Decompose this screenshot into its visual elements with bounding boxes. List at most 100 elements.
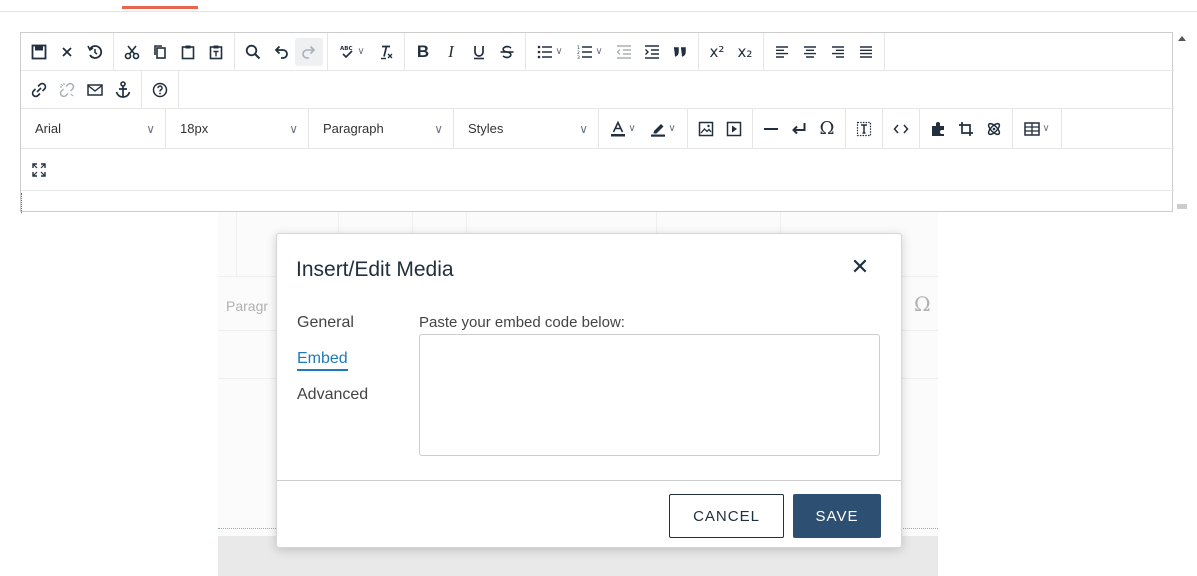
crop-icon[interactable] <box>952 115 980 143</box>
paste-icon[interactable] <box>174 38 202 66</box>
toolbar-group-help <box>142 71 179 108</box>
horizontal-line-icon[interactable] <box>757 115 785 143</box>
font-family-value: Arial <box>35 121 62 136</box>
chevron-down-icon: ∨ <box>434 121 443 136</box>
scroll-thumb[interactable] <box>1177 204 1187 209</box>
toolbar-group-table: ∨ <box>1013 109 1062 148</box>
toolbar-group-lists: ∨ 123 ∨ <box>526 33 699 70</box>
rich-text-editor: ABC ∨ B I ∨ 1 2 3 ∨ x² x₂ Arial ∨ 18px ∨… <box>20 32 1174 213</box>
page: ABC ∨ B I ∨ 1 2 3 ∨ x² x₂ Arial ∨ 18px ∨… <box>0 0 1197 576</box>
source-code-icon[interactable] <box>887 115 915 143</box>
copy-icon[interactable] <box>146 38 174 66</box>
active-tab-indicator <box>122 6 198 9</box>
italic-icon[interactable]: I <box>437 38 465 66</box>
dialog-title: Insert/Edit Media <box>296 258 454 281</box>
toolbar-group-clipboard <box>114 33 235 70</box>
chevron-down-icon: ∨ <box>146 121 155 136</box>
bg-paragraph-select: Paragr <box>226 298 269 314</box>
numbered-list-icon[interactable]: 123 ∨ <box>570 38 610 66</box>
paste-as-text-icon[interactable] <box>202 38 230 66</box>
toolbar-row-3: Arial ∨ 18px ∨ Paragraph ∨ Styles ∨ ∨ ∨ … <box>21 109 1174 149</box>
toolbar-group-format: B I <box>405 33 526 70</box>
plugin-icon[interactable] <box>924 115 952 143</box>
top-tab-strip <box>0 0 1197 12</box>
font-family-select[interactable]: Arial ∨ <box>21 109 166 148</box>
styles-value: Styles <box>468 121 504 136</box>
toolbar-group-colors: ∨ ∨ <box>599 109 688 148</box>
image-icon[interactable] <box>692 115 720 143</box>
cancel-button[interactable]: CANCEL <box>669 494 784 538</box>
special-character-icon[interactable]: Ω <box>813 115 841 143</box>
align-center-icon[interactable] <box>796 38 824 66</box>
bold-icon[interactable]: B <box>409 38 437 66</box>
atom-icon[interactable] <box>980 115 1008 143</box>
tab-embed[interactable]: Embed <box>297 350 348 371</box>
align-left-icon[interactable] <box>768 38 796 66</box>
insert-media-dialog: Insert/Edit Media ✕ General Embed Advanc… <box>276 233 902 548</box>
svg-text:3: 3 <box>577 55 580 59</box>
toolbar-group-spell: ABC ∨ <box>328 33 405 70</box>
template-icon[interactable] <box>850 115 878 143</box>
line-break-icon[interactable] <box>785 115 813 143</box>
toolbar-group-insert: Ω <box>753 109 846 148</box>
link-icon[interactable] <box>25 76 53 104</box>
undo-icon[interactable] <box>267 38 295 66</box>
align-right-icon[interactable] <box>824 38 852 66</box>
justify-icon[interactable] <box>852 38 880 66</box>
cancel-icon[interactable] <box>53 38 81 66</box>
subscript-icon[interactable]: x₂ <box>731 38 759 66</box>
toolbar-group-script: x² x₂ <box>699 33 764 70</box>
dialog-footer <box>277 480 901 481</box>
restore-draft-icon[interactable] <box>81 38 109 66</box>
scroll-up-icon[interactable] <box>1178 36 1186 41</box>
redo-icon[interactable] <box>295 37 323 66</box>
spellcheck-icon[interactable]: ABC ∨ <box>332 38 372 66</box>
cut-icon[interactable] <box>118 38 146 66</box>
bg-divider <box>236 212 237 276</box>
highlight-color-icon[interactable]: ∨ <box>643 115 683 143</box>
toolbar-row-4 <box>21 149 1174 191</box>
unlink-icon[interactable] <box>53 76 81 104</box>
email-icon[interactable] <box>81 76 109 104</box>
toolbar-group-media <box>688 109 753 148</box>
table-icon[interactable]: ∨ <box>1017 115 1057 143</box>
content-area-edge <box>21 193 22 213</box>
toolbar-group-align <box>764 33 885 70</box>
outdent-icon[interactable] <box>610 38 638 66</box>
toolbar-group-history <box>235 33 328 70</box>
underline-icon[interactable] <box>465 38 493 66</box>
close-icon[interactable]: ✕ <box>847 254 873 280</box>
text-color-icon[interactable]: ∨ <box>603 115 643 143</box>
save-button[interactable]: SAVE <box>793 494 881 538</box>
superscript-icon[interactable]: x² <box>703 38 731 66</box>
chevron-down-icon: ∨ <box>579 121 588 136</box>
toolbar-group-file <box>21 33 114 70</box>
editor-scrollbar[interactable] <box>1175 32 1189 210</box>
tab-advanced[interactable]: Advanced <box>297 386 368 404</box>
styles-select[interactable]: Styles ∨ <box>454 109 599 148</box>
fullscreen-icon[interactable] <box>25 156 53 184</box>
svg-text:ABC: ABC <box>340 46 353 52</box>
indent-icon[interactable] <box>638 38 666 66</box>
toolbar-group-template <box>846 109 883 148</box>
toolbar-row-1: ABC ∨ B I ∨ 1 2 3 ∨ x² x₂ <box>21 33 1174 71</box>
blockquote-icon[interactable] <box>666 38 694 66</box>
embed-code-textarea[interactable] <box>419 334 880 456</box>
block-format-value: Paragraph <box>323 121 384 136</box>
chevron-down-icon: ∨ <box>289 121 298 136</box>
toolbar-group-tools <box>920 109 1013 148</box>
font-size-select[interactable]: 18px ∨ <box>166 109 309 148</box>
anchor-icon[interactable] <box>109 76 137 104</box>
help-icon[interactable] <box>146 76 174 104</box>
tab-general[interactable]: General <box>297 314 354 332</box>
toolbar-group-links <box>21 71 142 108</box>
embed-code-label: Paste your embed code below: <box>419 314 625 331</box>
find-replace-icon[interactable] <box>239 38 267 66</box>
save-icon[interactable] <box>25 38 53 66</box>
clear-formatting-icon[interactable] <box>372 38 400 66</box>
block-format-select[interactable]: Paragraph ∨ <box>309 109 454 148</box>
media-icon[interactable] <box>720 115 748 143</box>
toolbar-row-2 <box>21 71 1174 109</box>
strikethrough-icon[interactable] <box>493 38 521 66</box>
bullet-list-icon[interactable]: ∨ <box>530 38 570 66</box>
